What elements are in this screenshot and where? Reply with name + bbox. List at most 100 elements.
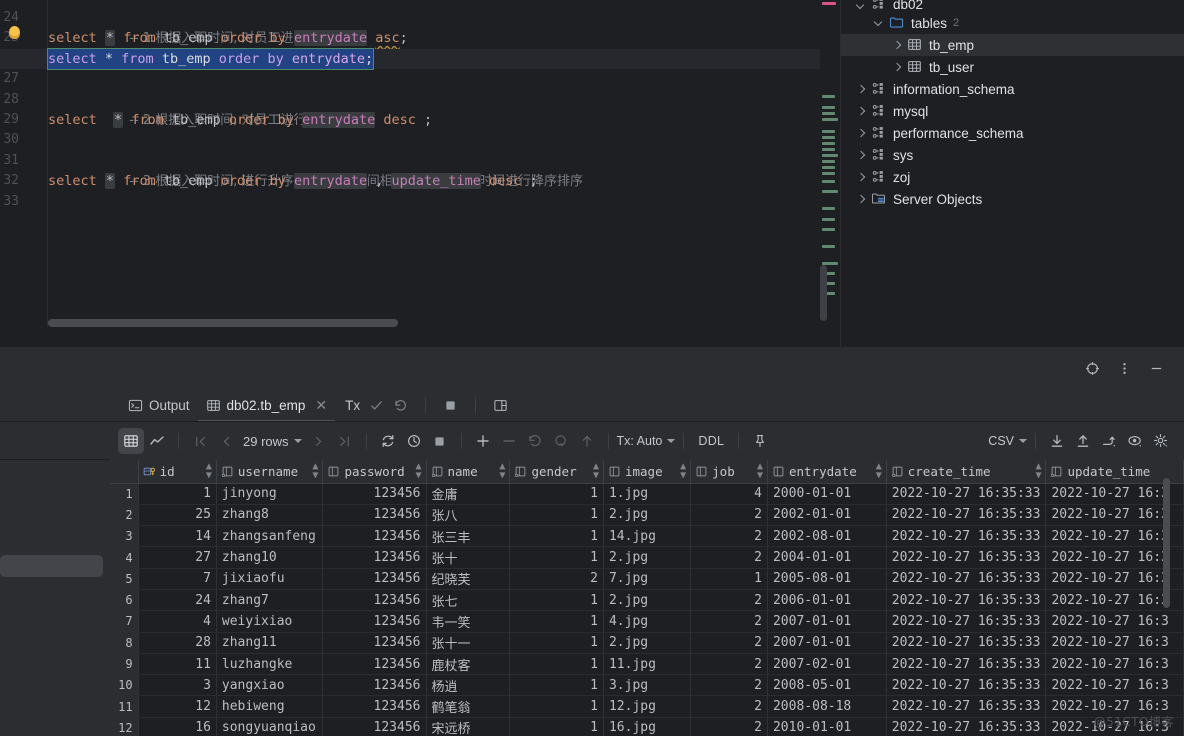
cell-image[interactable]: 11.jpg (603, 653, 692, 676)
table-row[interactable]: 10 3 yangxiao 123456 杨逍 1 3.jpg 2 2008-05-01 2022… (110, 674, 1184, 697)
tree-item-zoj[interactable]: zoj (841, 166, 1184, 188)
editor-vertical-scrollbar[interactable] (820, 265, 827, 321)
upload-icon[interactable] (1070, 428, 1096, 454)
cell-image[interactable]: 12.jpg (603, 695, 692, 718)
rows-count-dropdown[interactable]: 29 rows (239, 434, 306, 449)
cell-update_time[interactable]: 2022-10-27 16:3 (1045, 674, 1184, 697)
tree-item-tb-user[interactable]: tb_user (841, 56, 1184, 78)
cell-create_time[interactable]: 2022-10-27 16:35:33 (886, 525, 1047, 548)
cell-password[interactable]: 123456 (322, 589, 427, 612)
tree-item-server-objects[interactable]: Server Objects (841, 188, 1184, 210)
tab-db02-tb-emp[interactable]: db02.tb_emp ✕ (197, 388, 336, 422)
cell-entrydate[interactable]: 2007-01-01 (767, 632, 887, 654)
intention-bulb-icon[interactable] (9, 26, 20, 39)
table-row[interactable]: 3 14 zhangsanfeng 123456 张三丰 1 14.jpg 2 2002-08-… (110, 525, 1184, 548)
cell-id[interactable]: 7 (138, 568, 217, 590)
cell-create_time[interactable]: 2022-10-27 16:35:33 (886, 717, 1047, 736)
cell-create_time[interactable]: 2022-10-27 16:35:33 (886, 610, 1047, 633)
chevron-right-icon[interactable] (855, 106, 866, 117)
stripe-mark-change[interactable] (822, 228, 835, 231)
cell-entrydate[interactable]: 2010-01-01 (767, 717, 887, 736)
revert-icon[interactable] (522, 428, 548, 454)
cell-image[interactable]: 3.jpg (603, 674, 692, 697)
cell-job[interactable]: 2 (690, 653, 768, 676)
sort-toggle-icon[interactable]: ▲ ▼ (1035, 462, 1041, 481)
cell-job[interactable]: 2 (690, 695, 768, 718)
cell-id[interactable]: 28 (138, 632, 217, 654)
cell-username[interactable]: jinyong (216, 483, 324, 505)
cell-entrydate[interactable]: 2005-08-01 (767, 568, 887, 590)
upload-arrow-icon[interactable] (574, 428, 600, 454)
cell-gender[interactable]: 1 (509, 610, 604, 633)
cell-entrydate[interactable]: 2006-01-01 (767, 589, 887, 612)
cell-id[interactable]: 3 (138, 674, 217, 697)
chevron-right-icon[interactable] (855, 172, 866, 183)
tree-item-db02[interactable]: db02 (841, 0, 1184, 12)
stripe-mark-change[interactable] (822, 207, 835, 210)
cell-name[interactable]: 张八 (426, 504, 511, 527)
history-icon[interactable] (401, 428, 427, 454)
stop-icon[interactable] (427, 428, 453, 454)
cell-create_time[interactable]: 2022-10-27 16:35:33 (886, 504, 1047, 527)
cell-job[interactable]: 2 (690, 632, 768, 654)
chevron-down-icon[interactable] (855, 1, 866, 12)
chevron-right-icon[interactable] (891, 62, 902, 73)
cell-create_time[interactable]: 2022-10-27 16:35:33 (886, 483, 1047, 505)
cell-username[interactable]: zhang8 (216, 504, 324, 527)
cell-gender[interactable]: 1 (509, 504, 604, 527)
cell-id[interactable]: 4 (138, 610, 217, 633)
cell-username[interactable]: hebiweng (216, 695, 324, 718)
cell-password[interactable]: 123456 (322, 674, 427, 697)
stripe-mark-change[interactable] (822, 245, 835, 248)
table-row[interactable]: 7 4 weiyixiao 123456 韦一笑 1 4.jpg 2 2007-01-01 202… (110, 610, 1184, 633)
pin-icon[interactable] (747, 428, 773, 454)
close-icon[interactable]: ✕ (315, 398, 327, 412)
column-header-name[interactable]: name ▲ ▼ (426, 460, 511, 484)
cell-create_time[interactable]: 2022-10-27 16:35:33 (886, 568, 1047, 590)
tree-item-mysql[interactable]: mysql (841, 100, 1184, 122)
table-row[interactable]: 2 25 zhang8 123456 张八 1 2.jpg 2 2002-01-01 2022-1… (110, 504, 1184, 527)
tree-item-sys[interactable]: sys (841, 144, 1184, 166)
column-header-create_time[interactable]: create_time ▲ ▼ (886, 460, 1047, 484)
cell-id[interactable]: 11 (138, 653, 217, 676)
stripe-mark-change[interactable] (822, 95, 835, 98)
cell-image[interactable]: 2.jpg (603, 546, 692, 569)
stripe-mark-change[interactable] (822, 166, 835, 169)
line-number-32[interactable]: 32 (0, 171, 19, 191)
cell-id[interactable]: 16 (138, 717, 217, 736)
open-in-editor-icon[interactable] (1096, 428, 1122, 454)
cell-name[interactable]: 宋远桥 (426, 717, 511, 736)
grid-vertical-scrollbar[interactable] (1163, 478, 1170, 608)
stripe-mark-change[interactable] (822, 148, 835, 151)
cell-username[interactable]: zhang10 (216, 546, 324, 569)
sort-toggle-icon[interactable]: ▲ ▼ (680, 462, 686, 481)
cell-password[interactable]: 123456 (322, 525, 427, 548)
results-tabbar[interactable]: Output db02.tb_emp ✕ Tx (110, 388, 1184, 422)
cell-update_time[interactable]: 2022-10-27 16:3 (1045, 653, 1184, 676)
ddl-button[interactable]: DDL (692, 434, 730, 448)
cell-username[interactable]: weiyixiao (216, 610, 324, 633)
grid-toolbar[interactable]: 29 rows Tx: Auto DDL CSV (110, 422, 1184, 460)
cell-job[interactable]: 2 (690, 546, 768, 569)
sql-editor[interactable]: 242526✓27282930313233 -- 1.根据入职时间, 对员工进行… (0, 0, 840, 348)
cell-image[interactable]: 2.jpg (603, 504, 692, 527)
download-icon[interactable] (1044, 428, 1070, 454)
cell-gender[interactable]: 1 (509, 483, 604, 505)
cell-entrydate[interactable]: 2007-01-01 (767, 610, 887, 633)
sort-toggle-icon[interactable]: ▲ ▼ (593, 462, 599, 481)
column-header-image[interactable]: image ▲ ▼ (603, 460, 692, 484)
cell-entrydate[interactable]: 2007-02-01 (767, 653, 887, 676)
table-row[interactable]: 1 1 jinyong 123456 金庸 1 1.jpg 4 2000-01-01 2022-1… (110, 483, 1184, 505)
cell-username[interactable]: songyuanqiao (216, 717, 324, 736)
stop-icon[interactable] (443, 398, 458, 413)
cell-gender[interactable]: 1 (509, 589, 604, 612)
cell-gender[interactable]: 2 (509, 568, 604, 590)
cell-name[interactable]: 张三丰 (426, 525, 511, 548)
cell-name[interactable]: 张七 (426, 589, 511, 612)
cell-image[interactable]: 1.jpg (603, 483, 692, 505)
cell-entrydate[interactable]: 2008-05-01 (767, 674, 887, 697)
cell-job[interactable]: 2 (690, 525, 768, 548)
cell-create_time[interactable]: 2022-10-27 16:35:33 (886, 546, 1047, 569)
cell-entrydate[interactable]: 2002-01-01 (767, 504, 887, 527)
cell-username[interactable]: luzhangke (216, 653, 324, 676)
